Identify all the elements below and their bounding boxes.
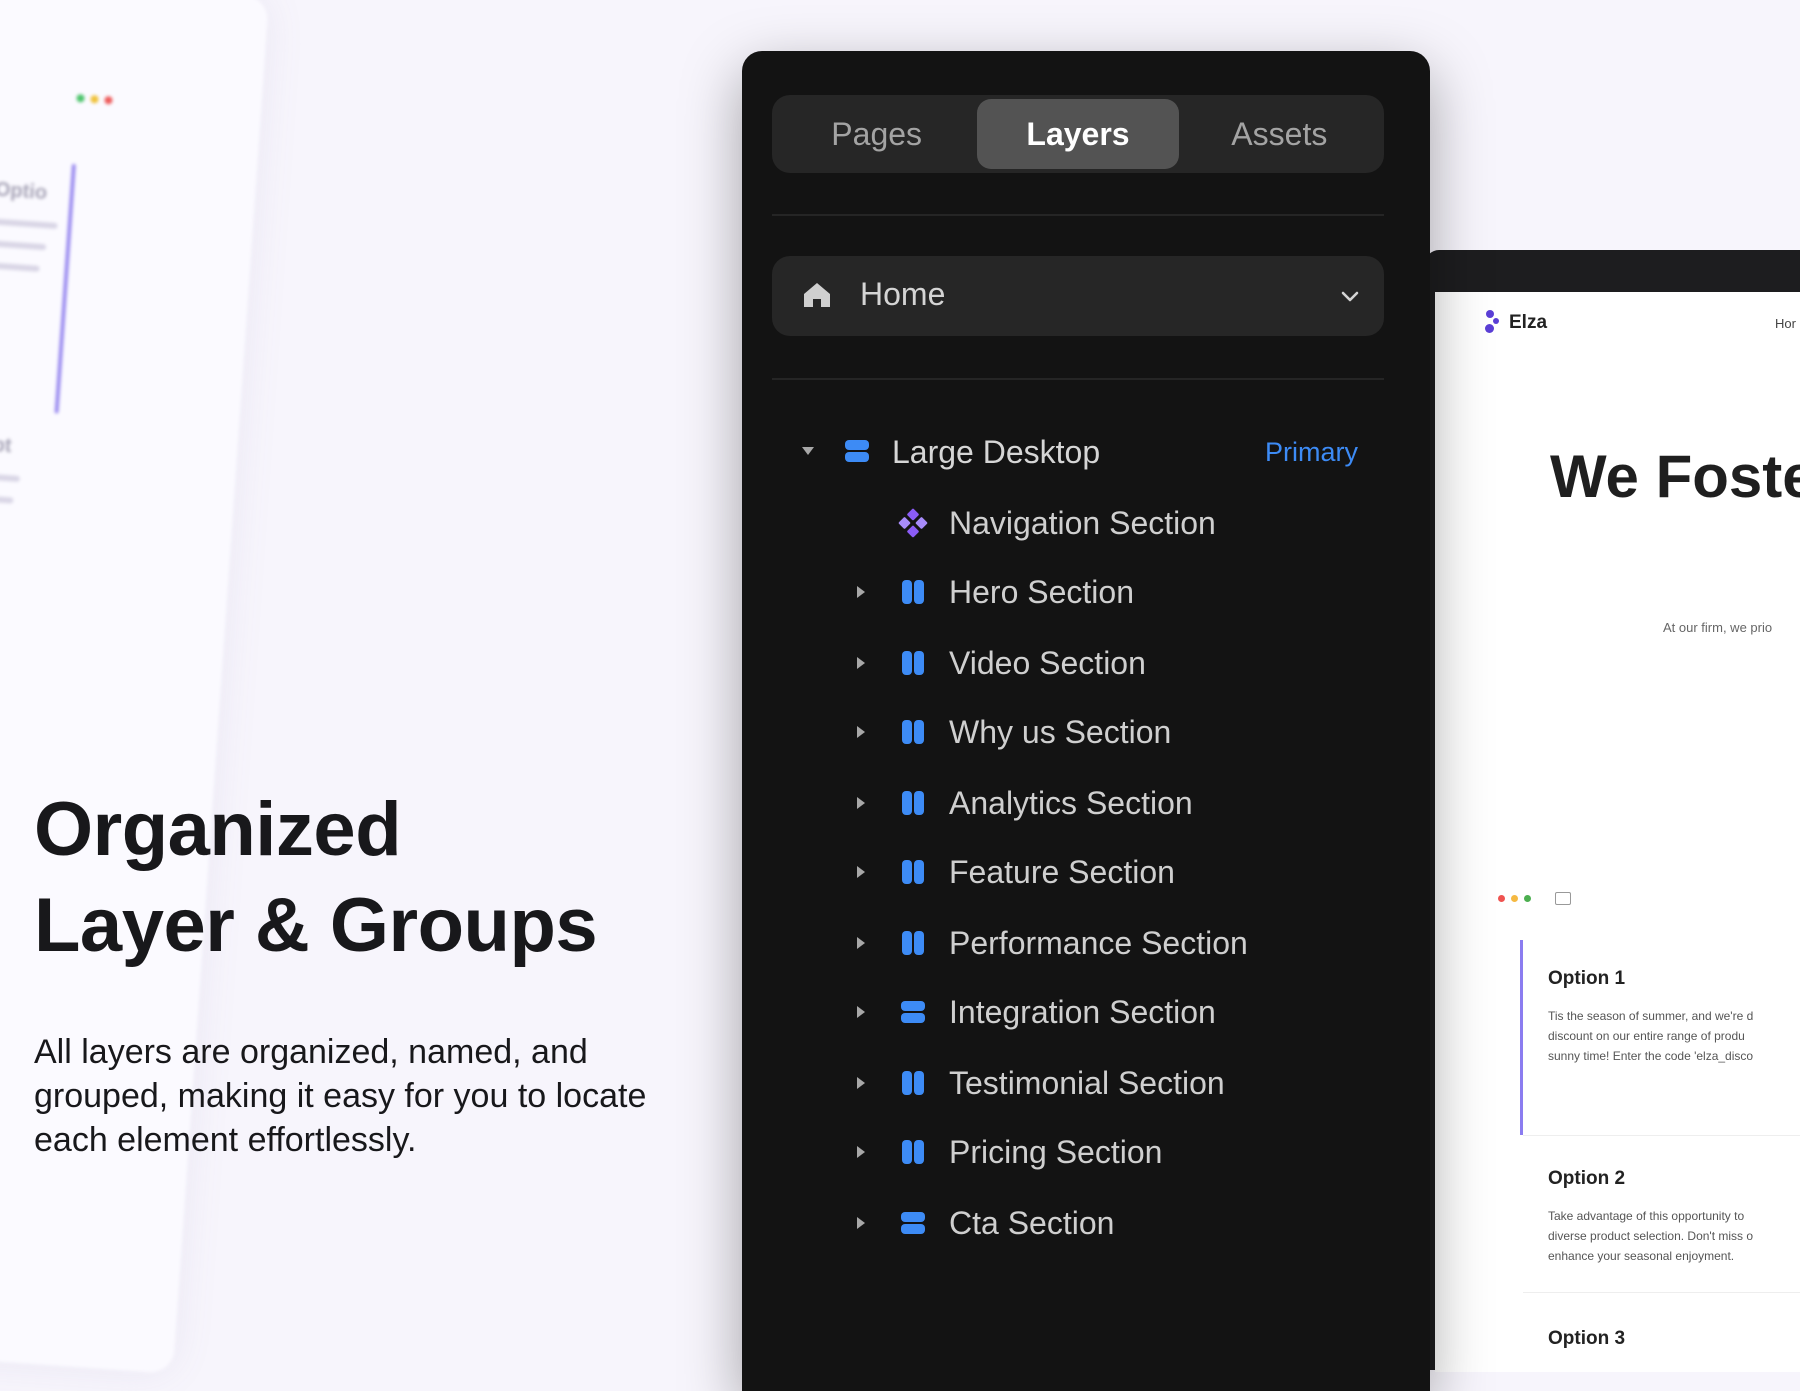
caret-right-icon[interactable] xyxy=(853,1215,867,1236)
background-mockup: Optio Opt O W q xyxy=(0,0,270,1374)
layer-label: Testimonial Section xyxy=(949,1065,1225,1101)
layer-label: Large Desktop xyxy=(892,434,1101,470)
caret-right-icon[interactable] xyxy=(853,1004,867,1025)
layer-label: Why us Section xyxy=(949,714,1172,750)
layers-panel: Pages Layers Assets Home Large Desktop P… xyxy=(742,51,1430,1391)
columns-icon xyxy=(898,788,928,823)
stack-icon xyxy=(898,997,928,1032)
preview-page: Elza Hor We Foste At our firm, we prio O… xyxy=(1435,292,1800,1372)
option-title: Option 2 xyxy=(1548,1168,1626,1189)
caret-right-icon[interactable] xyxy=(853,655,867,676)
caret-right-icon[interactable] xyxy=(853,1075,867,1096)
columns-icon xyxy=(898,1068,928,1103)
brand-name: Elza xyxy=(1509,312,1548,333)
tab-pages[interactable]: Pages xyxy=(776,99,977,169)
component-icon xyxy=(898,508,928,543)
window-dots xyxy=(76,94,113,105)
option-text: diverse product selection. Don't miss o xyxy=(1548,1229,1754,1243)
layer-integration-section[interactable]: Integration Section xyxy=(772,982,1384,1042)
home-icon xyxy=(802,281,832,314)
option-divider xyxy=(1523,1292,1800,1293)
caret-right-icon[interactable] xyxy=(853,1144,867,1165)
page-selector-label: Home xyxy=(860,276,946,312)
option-divider xyxy=(1523,1135,1800,1136)
preview-nav-link: Hor xyxy=(1775,316,1796,331)
layer-label: Video Section xyxy=(949,645,1146,681)
layer-pricing-section[interactable]: Pricing Section xyxy=(772,1122,1384,1182)
layer-why-us-section[interactable]: Why us Section xyxy=(772,702,1384,762)
columns-icon xyxy=(898,648,928,683)
stack-icon xyxy=(842,436,872,471)
ghost-text: Optio xyxy=(0,178,48,205)
preview-logo: Elza xyxy=(1485,310,1547,336)
logo-icon xyxy=(1485,310,1501,336)
layer-label: Analytics Section xyxy=(949,785,1193,821)
preview-hero-title: We Foste xyxy=(1550,443,1800,510)
divider xyxy=(772,214,1384,216)
layer-testimonial-section[interactable]: Testimonial Section xyxy=(772,1053,1384,1113)
option-accent-line xyxy=(1520,940,1523,1135)
columns-icon xyxy=(898,857,928,892)
preview-window-dots xyxy=(1498,892,1571,905)
caret-right-icon[interactable] xyxy=(853,584,867,605)
layer-feature-section[interactable]: Feature Section xyxy=(772,842,1384,902)
columns-icon xyxy=(898,717,928,752)
ghost-text: Opt xyxy=(0,432,13,458)
tab-layers[interactable]: Layers xyxy=(977,99,1179,169)
columns-icon xyxy=(898,577,928,612)
layer-analytics-section[interactable]: Analytics Section xyxy=(772,773,1384,833)
layer-performance-section[interactable]: Performance Section xyxy=(772,913,1384,973)
stack-icon xyxy=(898,1208,928,1243)
layer-label: Pricing Section xyxy=(949,1134,1163,1170)
divider xyxy=(772,378,1384,380)
option-text: discount on our entire range of produ xyxy=(1548,1029,1745,1043)
headline-line: Layer & Groups xyxy=(34,883,598,968)
chevron-down-icon xyxy=(1338,284,1362,313)
caret-down-icon[interactable] xyxy=(800,444,816,463)
sidebar-toggle-icon xyxy=(1555,892,1571,905)
caret-right-icon[interactable] xyxy=(853,724,867,745)
layer-large-desktop[interactable]: Large Desktop Primary xyxy=(772,422,1384,482)
panel-tabs: Pages Layers Assets xyxy=(772,95,1384,173)
primary-badge: Primary xyxy=(1265,437,1358,467)
columns-icon xyxy=(898,928,928,963)
tab-assets[interactable]: Assets xyxy=(1179,99,1380,169)
caret-right-icon[interactable] xyxy=(853,935,867,956)
caret-right-icon[interactable] xyxy=(853,864,867,885)
columns-icon xyxy=(898,1137,928,1172)
page-selector[interactable]: Home xyxy=(772,256,1384,336)
option-text: sunny time! Enter the code 'elza_disco xyxy=(1548,1049,1754,1063)
caret-right-icon[interactable] xyxy=(853,795,867,816)
headline-line: Organized xyxy=(34,787,402,872)
layer-label: Performance Section xyxy=(949,925,1248,961)
option-title: Option 1 xyxy=(1548,968,1626,989)
layer-video-section[interactable]: Video Section xyxy=(772,633,1384,693)
headline: Organized Layer & Groups xyxy=(34,782,598,974)
layer-label: Integration Section xyxy=(949,994,1216,1030)
layer-label: Hero Section xyxy=(949,574,1134,610)
option-title: Option 3 xyxy=(1548,1328,1626,1349)
description: All layers are organized, named, and gro… xyxy=(34,1033,647,1159)
layer-label: Cta Section xyxy=(949,1205,1115,1241)
layer-cta-section[interactable]: Cta Section xyxy=(772,1193,1384,1253)
option-text: Take advantage of this opportunity to xyxy=(1548,1209,1745,1223)
accent-line xyxy=(54,163,76,414)
option-text: Tis the season of summer, and we're d xyxy=(1548,1009,1754,1023)
layer-label: Navigation Section xyxy=(949,505,1216,541)
layer-navigation-section[interactable]: Navigation Section xyxy=(772,493,1384,553)
option-text: enhance your seasonal enjoyment. xyxy=(1548,1249,1735,1263)
preview-hero-subtitle: At our firm, we prio xyxy=(1663,620,1773,635)
layer-label: Feature Section xyxy=(949,854,1175,890)
layer-hero-section[interactable]: Hero Section xyxy=(772,562,1384,622)
